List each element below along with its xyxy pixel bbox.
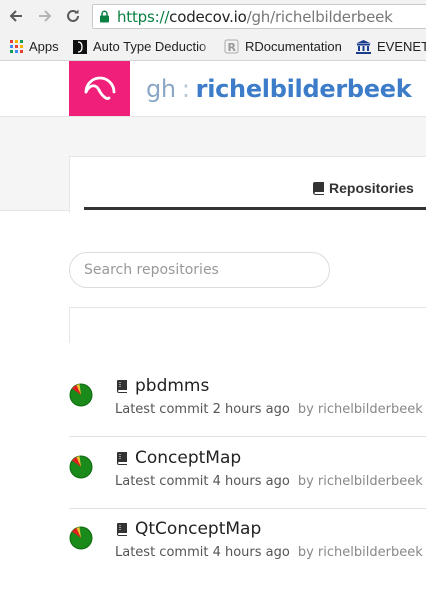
site-header: gh: richelbilderbeek	[0, 61, 426, 117]
back-button[interactable]	[6, 6, 26, 26]
repo-name: QtConceptMap	[135, 519, 262, 539]
owner-link[interactable]: richelbilderbeek	[196, 75, 412, 103]
list-item[interactable]: QtConceptMap Latest commit 4 hours ago by…	[69, 519, 426, 591]
reload-button[interactable]	[63, 6, 83, 26]
service-link[interactable]: gh	[146, 75, 176, 103]
bookmark-label: Apps	[29, 39, 59, 54]
bookmark-apps[interactable]: Apps	[10, 37, 59, 56]
bookmark-label: EVENET	[377, 39, 426, 54]
repo-name-link[interactable]: QtConceptMap	[117, 519, 261, 539]
reload-icon	[67, 9, 79, 22]
repo-name-link[interactable]: ConceptMap	[117, 448, 241, 468]
repo-name: ConceptMap	[135, 448, 242, 468]
coverage-pie-icon	[69, 383, 93, 407]
tab-label: Repositories	[329, 180, 414, 196]
latest-commit: Latest commit 2 hours ago	[115, 402, 290, 417]
divider	[69, 508, 426, 509]
apps-grid-icon	[10, 40, 23, 53]
divider	[69, 436, 426, 437]
book-icon	[313, 181, 325, 195]
bookmarks-bar: Apps Auto Type Deductio R RDocumentation…	[0, 33, 426, 61]
repo-name: pbdmms	[135, 376, 210, 396]
forward-arrow-icon	[39, 10, 52, 22]
forward-button[interactable]	[35, 6, 55, 26]
divider	[0, 210, 69, 211]
list-item[interactable]: pbdmms Latest commit 2 hours ago by riche…	[69, 376, 426, 448]
owner-breadcrumb: gh: richelbilderbeek	[146, 75, 412, 103]
tab-repositories[interactable]: Repositories	[313, 180, 414, 196]
svg-text:R: R	[228, 41, 237, 54]
bookmark-evenet[interactable]: EVENET	[356, 37, 426, 56]
bookmark-label: Auto Type Deductio	[93, 39, 207, 54]
active-tab-indicator	[84, 207, 426, 210]
bookmark-rdocumentation[interactable]: R RDocumentation	[224, 37, 342, 56]
r-logo-icon: R	[224, 39, 239, 54]
institution-icon	[356, 39, 371, 54]
url-text: https://codecov.io/gh/richelbilderbeek	[117, 8, 393, 26]
coverage-pie-icon	[69, 526, 93, 550]
page-favicon	[73, 39, 87, 54]
browser-toolbar: https://codecov.io/gh/richelbilderbeek	[0, 0, 426, 33]
breadcrumb-separator: :	[181, 75, 190, 103]
search-input[interactable]	[69, 252, 330, 288]
repo-icon	[117, 379, 128, 393]
divider	[69, 307, 70, 343]
codecov-logo[interactable]	[69, 61, 130, 116]
address-bar[interactable]: https://codecov.io/gh/richelbilderbeek	[92, 4, 426, 29]
list-item[interactable]: ConceptMap Latest commit 4 hours ago by r…	[69, 448, 426, 520]
repo-meta: Latest commit 4 hours ago by richelbilder…	[115, 474, 423, 489]
latest-commit: Latest commit 4 hours ago	[115, 545, 290, 560]
repo-icon	[117, 451, 128, 465]
latest-commit: Latest commit 4 hours ago	[115, 474, 290, 489]
repo-meta: Latest commit 2 hours ago by richelbilder…	[115, 402, 423, 417]
bookmark-auto-type-deduction[interactable]: Auto Type Deductio	[73, 37, 214, 56]
bookmark-label: RDocumentation	[245, 39, 342, 54]
repo-icon	[117, 522, 128, 536]
lock-icon	[100, 10, 109, 23]
commit-author: by richelbilderbeek	[297, 474, 423, 489]
repo-meta: Latest commit 4 hours ago by richelbilder…	[115, 545, 423, 560]
coverage-pie-icon	[69, 455, 93, 479]
divider	[69, 307, 426, 308]
umbrella-logo-icon	[84, 76, 116, 100]
back-arrow-icon	[9, 10, 22, 22]
commit-author: by richelbilderbeek	[297, 402, 423, 417]
commit-author: by richelbilderbeek	[297, 545, 423, 560]
repo-name-link[interactable]: pbdmms	[117, 376, 209, 396]
